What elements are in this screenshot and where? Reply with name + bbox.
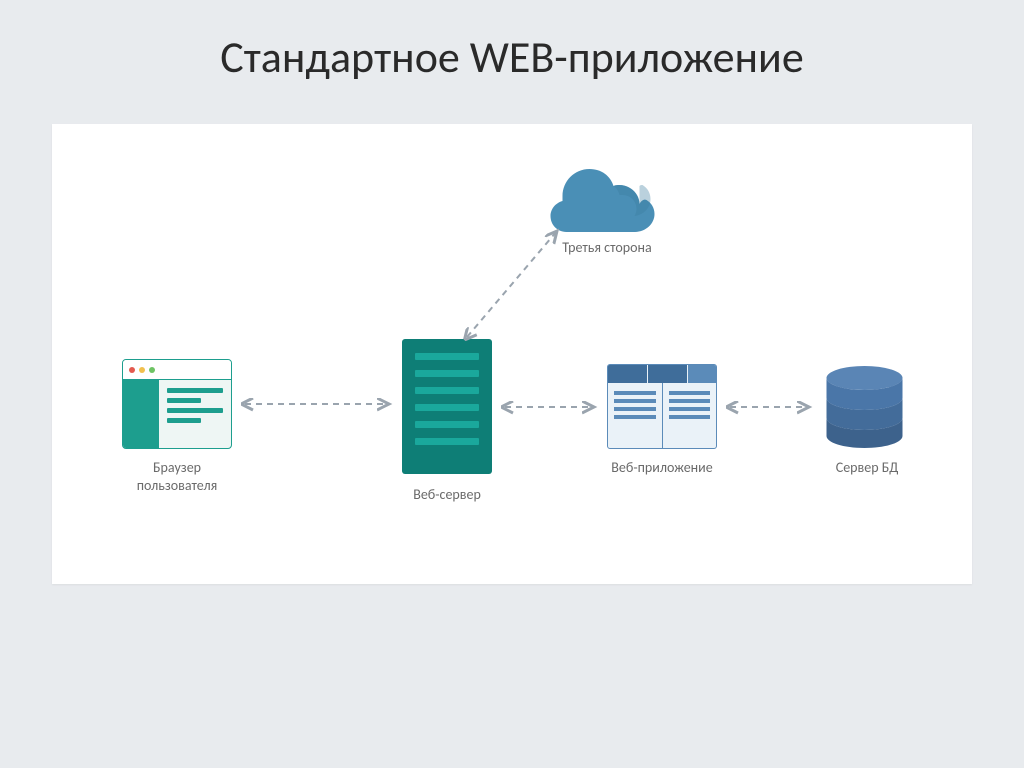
webapp-icon	[607, 364, 717, 449]
diagram-canvas: Браузерпользователя Веб-сервер Третья ст…	[52, 124, 972, 584]
arrow-server-cloud	[457, 219, 577, 349]
web-server-icon	[402, 339, 492, 474]
webapp-label: Веб-приложение	[597, 459, 727, 477]
slide-title: Стандартное WEB-приложение	[40, 30, 984, 84]
db-label: Сервер БД	[812, 459, 922, 477]
database-icon	[822, 364, 907, 449]
web-server-label: Веб-сервер	[402, 486, 492, 504]
arrow-browser-server	[237, 396, 397, 412]
arrow-webapp-db	[722, 399, 817, 415]
browser-icon	[122, 359, 232, 449]
arrow-server-webapp	[497, 399, 602, 415]
browser-label: Браузерпользователя	[122, 459, 232, 495]
